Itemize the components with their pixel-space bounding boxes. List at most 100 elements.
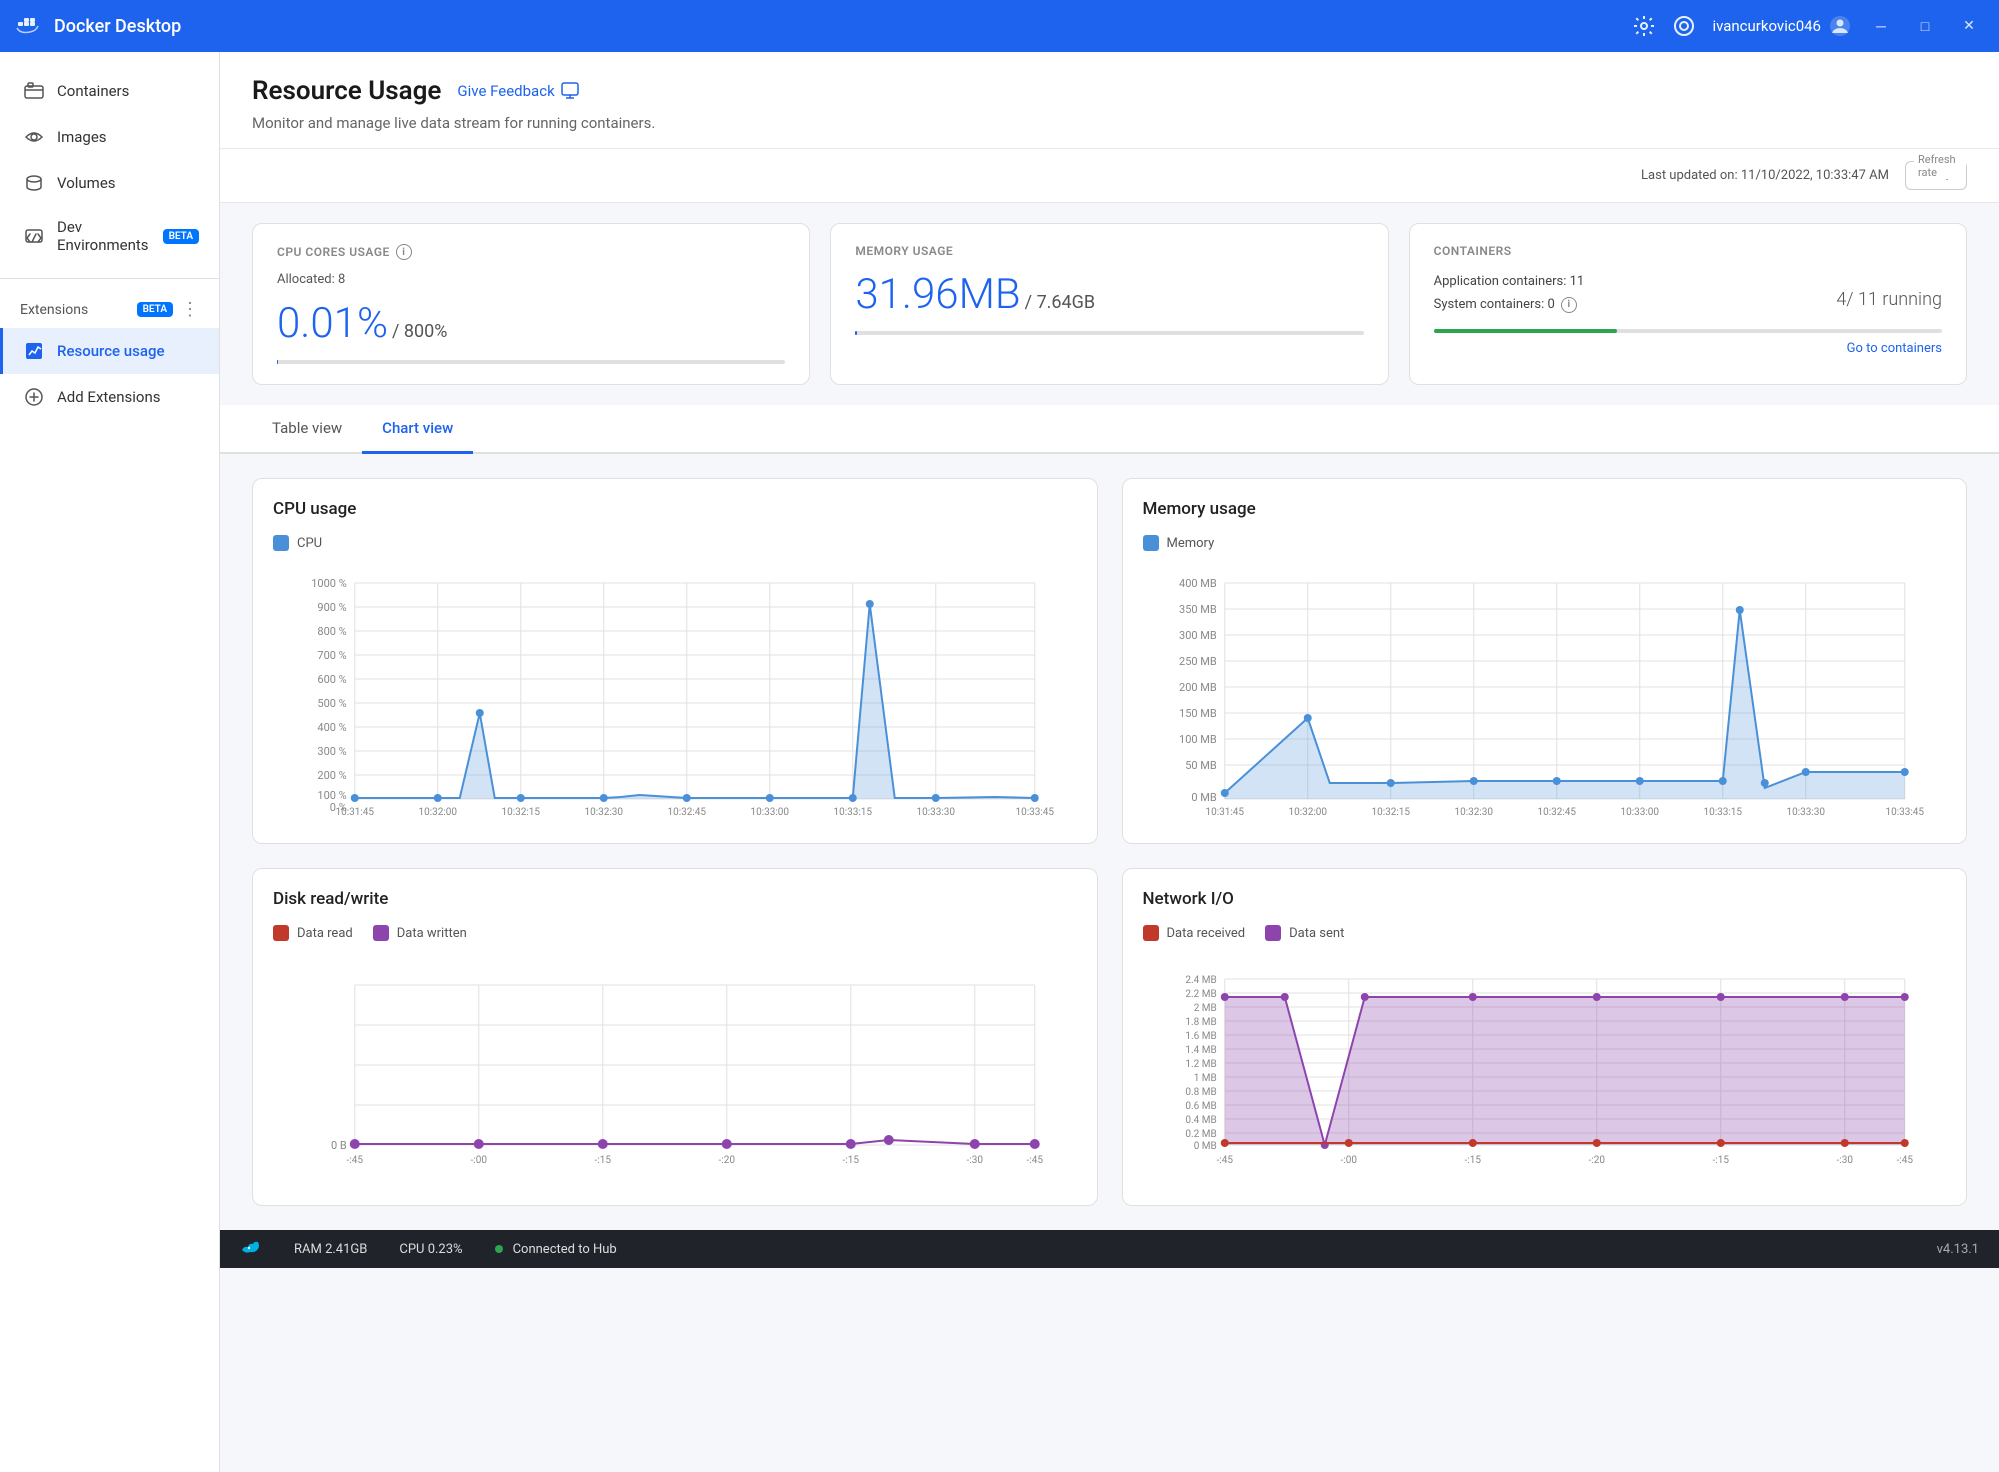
close-button[interactable]: ✕ [1955,12,1983,40]
minimize-button[interactable]: ─ [1867,12,1895,40]
version-label: v4.13.1 [1937,1242,1979,1257]
memory-value: 31.96MB [855,270,1020,319]
containers-progress-fill [1434,329,1617,333]
sys-containers-info-icon[interactable]: i [1561,297,1577,313]
network-received-legend-box [1143,925,1159,941]
user-info[interactable]: ivancurkovic046 [1712,15,1851,37]
memory-card: MEMORY USAGE 31.96MB / 7.64GB [830,223,1388,385]
add-extensions-icon [23,386,45,408]
svg-text:10:32:45: 10:32:45 [667,807,706,818]
svg-text:10:33:30: 10:33:30 [916,807,955,818]
svg-text:-:20: -:20 [1588,1155,1605,1166]
svg-text:600 %: 600 % [317,673,346,686]
sidebar-item-add-extensions[interactable]: Add Extensions [0,374,219,420]
cpu-card-title: CPU CORES USAGE i [277,244,785,260]
svg-text:-:00: -:00 [1340,1155,1357,1166]
memory-chart-title: Memory usage [1143,499,1947,519]
memory-progress-bar [855,331,1363,335]
extensions-menu-icon[interactable]: ⋮ [181,299,199,320]
memory-chart: 400 MB 350 MB 300 MB 250 MB 200 MB 150 M… [1143,563,1947,823]
connection-dot [495,1245,503,1253]
cpu-info-icon[interactable]: i [396,244,412,260]
cpu-chart-title: CPU usage [273,499,1077,519]
svg-text:10:33:45: 10:33:45 [1885,807,1924,818]
containers-card: CONTAINERS Application containers: 11 Sy… [1409,223,1967,385]
network-sent-legend: Data sent [1265,925,1344,941]
disk-written-legend-box [373,925,389,941]
feedback-link[interactable]: Give Feedback [457,82,578,100]
memory-chart-legend: Memory [1143,535,1947,551]
svg-text:1 MB: 1 MB [1193,1073,1216,1084]
settings-icon[interactable] [1632,14,1656,38]
feedback-icon [561,82,579,100]
svg-text:10:31:45: 10:31:45 [335,807,374,818]
svg-text:10:32:00: 10:32:00 [1288,807,1327,818]
extensions-icon[interactable] [1672,14,1696,38]
svg-text:400 %: 400 % [317,721,346,734]
sidebar-item-containers[interactable]: Containers [0,68,219,114]
maximize-button[interactable]: □ [1911,12,1939,40]
metric-cards: CPU CORES USAGE i Allocated: 8 0.01% / 8… [220,203,1999,405]
svg-text:-:45: -:45 [1027,1155,1044,1166]
docker-logo-icon [16,12,44,40]
svg-text:10:33:30: 10:33:30 [1786,807,1825,818]
go-to-containers-link[interactable]: Go to containers [1434,341,1942,356]
svg-text:2 MB: 2 MB [1193,1003,1216,1014]
svg-text:2.2 MB: 2.2 MB [1185,989,1216,1000]
svg-text:700 %: 700 % [317,649,346,662]
svg-text:1.6 MB: 1.6 MB [1185,1031,1216,1042]
svg-text:10:33:15: 10:33:15 [1703,807,1742,818]
svg-text:0.6 MB: 0.6 MB [1185,1101,1216,1112]
svg-text:10:33:00: 10:33:00 [750,807,789,818]
cpu-card: CPU CORES USAGE i Allocated: 8 0.01% / 8… [252,223,810,385]
svg-text:0 B: 0 B [331,1139,347,1152]
svg-text:10:32:30: 10:32:30 [584,807,623,818]
svg-text:800 %: 800 % [317,625,346,638]
cpu-chart-legend: CPU [273,535,1077,551]
network-chart-svg: 2.4 MB 2.2 MB 2 MB 1.8 MB 1.6 MB 1.4 MB … [1143,965,1947,1185]
svg-text:10:32:15: 10:32:15 [501,807,540,818]
cpu-chart-svg: 1000 % 900 % 800 % 700 % 600 % 500 % 400… [273,563,1077,823]
sidebar-item-volumes[interactable]: Volumes [0,160,219,206]
tab-table-view[interactable]: Table view [252,405,362,454]
containers-info: Application containers: 11 System contai… [1434,270,1585,317]
network-sent-legend-box [1265,925,1281,941]
refresh-rate-selector[interactable]: Refresh rate 5s [1905,161,1967,190]
svg-text:150 MB: 150 MB [1179,707,1217,720]
status-row: Last updated on: 11/10/2022, 10:33:47 AM… [220,149,1999,203]
svg-text:100 MB: 100 MB [1179,733,1217,746]
sidebar-item-dev-environments[interactable]: Dev Environments BETA [0,206,219,266]
svg-text:-:45: -:45 [1896,1155,1913,1166]
sidebar-divider [0,278,219,279]
memory-progress-fill [855,331,857,335]
disk-chart-legend: Data read Data written [273,925,1077,953]
cpu-max: / 800% [392,321,447,342]
sidebar-item-images[interactable]: Images [0,114,219,160]
svg-text:1.8 MB: 1.8 MB [1185,1017,1216,1028]
app-title: Docker Desktop [16,12,181,40]
image-icon [23,126,45,148]
sidebar-item-resource-usage[interactable]: Resource usage [0,328,219,374]
svg-text:1000 %: 1000 % [311,577,347,590]
cpu-value-display: 0.01% / 800% [277,299,785,348]
svg-text:-:20: -:20 [719,1155,736,1166]
main-content: Resource Usage Give Feedback Monitor and… [220,52,1999,1472]
volume-icon [23,172,45,194]
memory-card-title: MEMORY USAGE [855,244,1363,258]
svg-text:0.8 MB: 0.8 MB [1185,1087,1216,1098]
svg-text:0 MB: 0 MB [1191,791,1217,804]
svg-text:1.2 MB: 1.2 MB [1185,1059,1216,1070]
tab-chart-view[interactable]: Chart view [362,405,473,454]
bottom-connection: Connected to Hub [495,1242,617,1257]
cpu-value: 0.01% [277,299,388,348]
svg-text:250 MB: 250 MB [1179,655,1217,668]
svg-text:1.4 MB: 1.4 MB [1185,1045,1216,1056]
containers-info-row: Application containers: 11 System contai… [1434,270,1942,317]
disk-read-legend-box [273,925,289,941]
svg-text:2.4 MB: 2.4 MB [1185,975,1216,986]
containers-card-title: CONTAINERS [1434,244,1942,258]
titlebar: Docker Desktop ivancurkovic046 ─ □ ✕ [0,0,1999,52]
memory-chart-container: Memory usage Memory [1122,478,1968,844]
svg-text:-:45: -:45 [347,1155,364,1166]
svg-text:-:00: -:00 [471,1155,488,1166]
